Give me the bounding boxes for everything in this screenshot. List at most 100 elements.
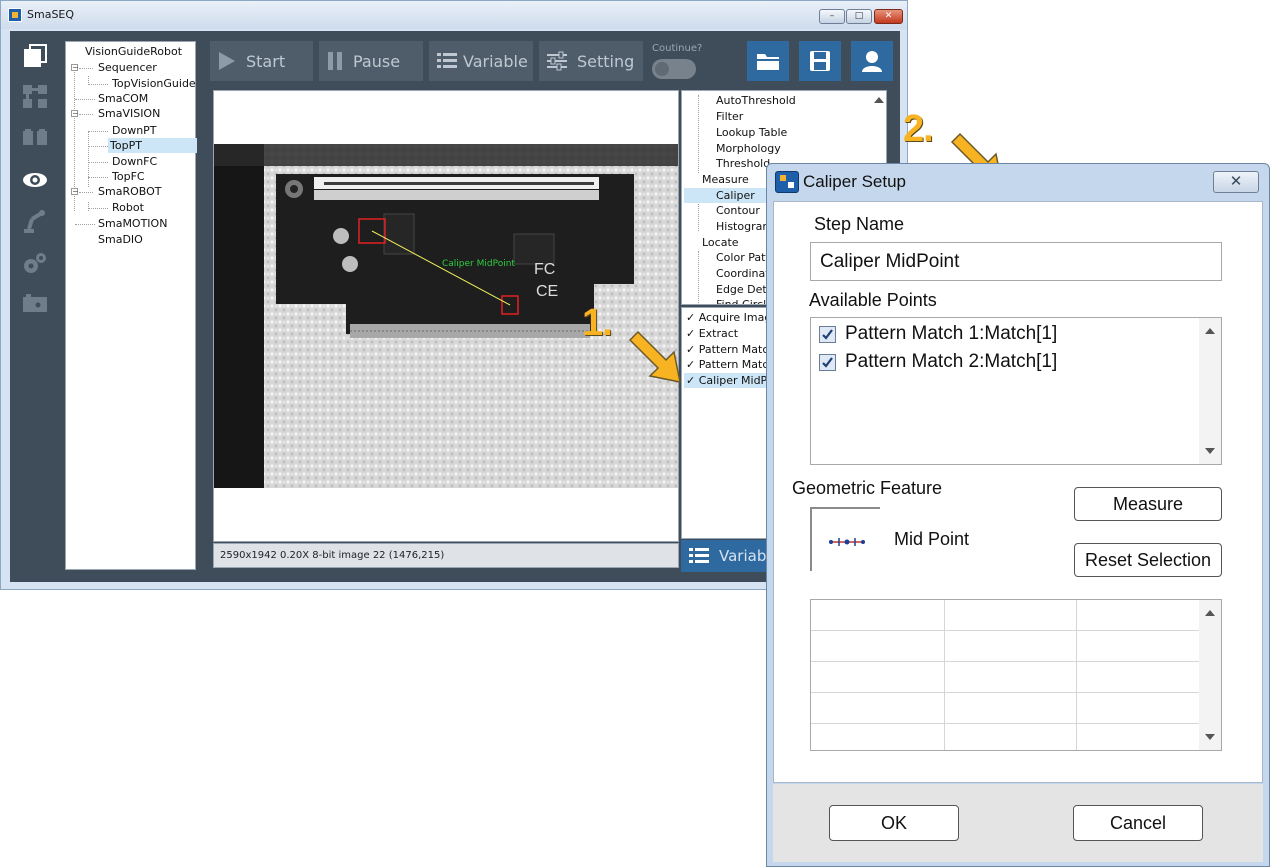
list-icon — [437, 52, 457, 70]
tree-connector — [698, 251, 699, 304]
flow-icon[interactable] — [22, 83, 48, 109]
tree-node[interactable]: SmaCOM — [96, 91, 150, 106]
grid-cell — [1077, 631, 1201, 662]
tree-connector — [79, 192, 93, 193]
dialog-body: Step Name Caliper MidPoint Available Poi… — [773, 201, 1263, 783]
tree-node[interactable]: TopVisionGuide — [110, 76, 198, 91]
grid-scrollbar[interactable] — [1199, 600, 1221, 750]
dialog-close-button[interactable]: ✕ — [1213, 171, 1259, 193]
scroll-up-icon[interactable] — [1205, 328, 1215, 334]
tree-node-selected[interactable]: TopPT — [108, 138, 197, 153]
step-name-label: Step Name — [814, 214, 905, 234]
tree-expander[interactable]: − — [71, 64, 79, 72]
ok-button[interactable]: OK — [829, 805, 959, 841]
app-icon — [8, 8, 22, 22]
points-scrollbar[interactable] — [1199, 318, 1221, 464]
midpoint-icon — [829, 538, 865, 546]
dialog-footer: OK Cancel — [773, 784, 1263, 862]
tree-node[interactable]: SmaROBOT — [96, 184, 163, 199]
tool-item[interactable]: AutoThreshold — [716, 93, 800, 108]
cards-icon[interactable] — [22, 125, 48, 151]
start-label: Start — [246, 51, 286, 71]
step-name-input[interactable]: Caliper MidPoint — [810, 242, 1222, 281]
tree-node[interactable]: SmaDIO — [96, 232, 145, 247]
variable-toolbar-button[interactable]: Variable — [429, 41, 533, 81]
tool-item[interactable]: Morphology — [716, 141, 785, 156]
point-label: Pattern Match 2:Match[1] — [845, 351, 1058, 372]
callout-two: 2. — [903, 108, 934, 150]
tree-node[interactable]: DownPT — [110, 123, 159, 138]
tree-node[interactable]: VisionGuideRobot — [83, 44, 184, 59]
user-icon — [862, 51, 882, 72]
open-folder-button[interactable] — [747, 41, 789, 81]
robot-arm-icon[interactable] — [22, 209, 48, 235]
gears-icon[interactable] — [22, 251, 48, 277]
tool-category[interactable]: Measure — [702, 172, 753, 187]
tree-node[interactable]: TopFC — [110, 169, 147, 184]
reset-selection-button[interactable]: Reset Selection — [1074, 543, 1222, 577]
continue-toggle[interactable] — [652, 59, 696, 79]
grid-cell — [1077, 600, 1201, 631]
step-item[interactable]: ✓ Acquire Image — [686, 310, 778, 325]
grid-cell — [945, 724, 1077, 750]
start-button[interactable]: Start — [210, 41, 313, 81]
feature-name: Mid Point — [894, 529, 970, 549]
measure-button[interactable]: Measure — [1074, 487, 1222, 521]
tree-connector — [88, 146, 108, 147]
scroll-down-icon[interactable] — [1205, 734, 1215, 740]
scroll-up-icon[interactable] — [874, 97, 884, 103]
tree-connector — [88, 177, 108, 178]
geometric-feature-selector[interactable]: Mid Point — [810, 507, 1000, 571]
pause-button[interactable]: Pause — [319, 41, 423, 81]
user-button[interactable] — [851, 41, 893, 81]
scroll-down-icon[interactable] — [1205, 448, 1215, 454]
minimize-button[interactable]: – — [819, 9, 845, 24]
tool-item[interactable]: Contour — [716, 203, 764, 218]
document-icon[interactable] — [22, 43, 48, 69]
callout-arrow-one — [628, 330, 681, 383]
title-bar[interactable]: SmaSEQ – □ ✕ — [1, 1, 907, 29]
list-icon — [689, 547, 709, 565]
tree-expander[interactable]: − — [71, 188, 79, 196]
tree-connector — [75, 99, 95, 100]
point-item[interactable]: Pattern Match 2:Match[1] — [819, 350, 1057, 374]
grid-cell — [945, 693, 1077, 724]
available-points-list[interactable]: Pattern Match 1:Match[1] Pattern Match 2… — [810, 317, 1222, 465]
step-item[interactable]: ✓ Extract — [686, 326, 738, 341]
app-icon — [775, 171, 799, 193]
save-icon — [810, 51, 830, 71]
point-checkbox[interactable] — [819, 353, 836, 371]
io-icon[interactable] — [22, 291, 48, 317]
point-checkbox[interactable] — [819, 325, 836, 343]
project-tree[interactable]: VisionGuideRobot − Sequencer TopVisionGu… — [65, 41, 198, 570]
grid-cell — [811, 693, 945, 724]
tree-node[interactable]: Robot — [110, 200, 146, 215]
tool-category[interactable]: Locate — [702, 235, 743, 250]
grid-cell — [811, 600, 945, 631]
setting-button[interactable]: Setting — [539, 41, 643, 81]
eye-icon[interactable] — [22, 167, 48, 193]
tree-connector — [88, 131, 108, 132]
continue-label: Coutinue? — [652, 43, 703, 54]
tree-connector — [88, 162, 108, 163]
save-button[interactable] — [799, 41, 841, 81]
scroll-up-icon[interactable] — [1205, 610, 1215, 616]
close-button[interactable]: ✕ — [874, 9, 903, 24]
results-grid[interactable] — [810, 599, 1222, 751]
tree-node[interactable]: Sequencer — [96, 60, 159, 75]
tree-expander[interactable]: − — [71, 110, 79, 118]
sliders-icon — [547, 51, 567, 71]
tree-node[interactable]: SmaVISION — [96, 106, 162, 121]
cancel-button[interactable]: Cancel — [1073, 805, 1203, 841]
tree-node[interactable]: SmaMOTION — [96, 216, 169, 231]
point-item[interactable]: Pattern Match 1:Match[1] — [819, 322, 1057, 346]
tree-node[interactable]: DownFC — [110, 154, 159, 169]
grid-cell — [945, 631, 1077, 662]
tree-connector — [88, 208, 108, 209]
tool-item[interactable]: Lookup Table — [716, 125, 791, 140]
tool-item[interactable]: Filter — [716, 109, 747, 124]
maximize-button[interactable]: □ — [846, 9, 872, 24]
dialog-title: Caliper Setup — [803, 172, 907, 191]
grid-cell — [811, 662, 945, 693]
grid-cell — [1077, 724, 1201, 750]
